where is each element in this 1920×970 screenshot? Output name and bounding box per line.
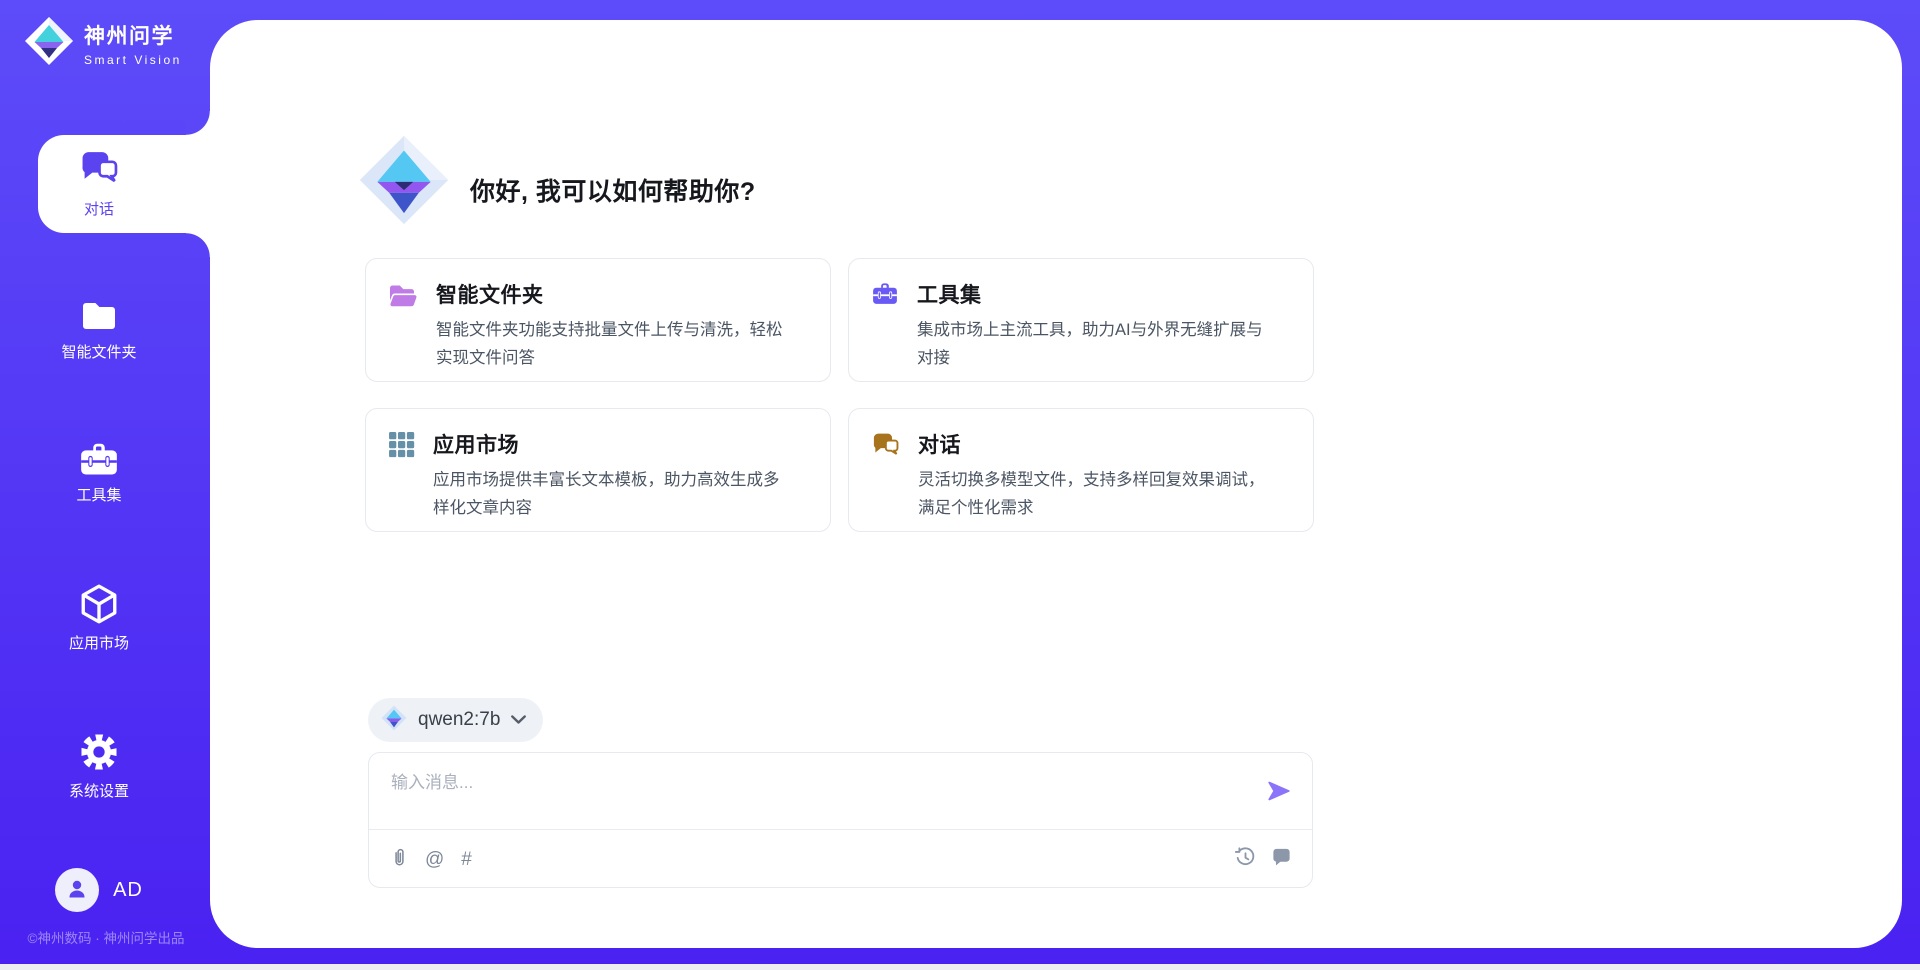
sidebar-item-label: 对话 xyxy=(84,198,114,219)
attachment-button[interactable] xyxy=(391,845,408,873)
card-smart-folder[interactable]: 智能文件夹 智能文件夹功能支持批量文件上传与清洗，轻松 实现文件问答 xyxy=(365,258,831,382)
message-composer: @ # xyxy=(368,752,1313,888)
sidebar-item-settings[interactable]: 系统设置 xyxy=(0,731,198,797)
folder-icon xyxy=(78,298,120,334)
feature-cards: 智能文件夹 智能文件夹功能支持批量文件上传与清洗，轻松 实现文件问答 工具集 集… xyxy=(365,258,1314,532)
history-icon xyxy=(1235,847,1256,871)
card-title: 工具集 xyxy=(917,279,1263,309)
sidebar-item-smart-folder[interactable]: 智能文件夹 xyxy=(0,298,198,364)
page-title: 你好, 我可以如何帮助你? xyxy=(470,172,756,208)
person-icon xyxy=(65,876,89,905)
diamond-logo-icon xyxy=(24,16,74,71)
card-title: 对话 xyxy=(918,429,1265,459)
sidebar-item-label: 智能文件夹 xyxy=(61,341,136,362)
gear-icon xyxy=(78,731,120,773)
sidebar-item-label: 应用市场 xyxy=(69,632,129,653)
bottom-strip xyxy=(0,964,1920,970)
card-description: 应用市场提供丰富长文本模板，助力高效生成多 样化文章内容 xyxy=(433,466,780,522)
diamond-logo-icon xyxy=(381,704,407,737)
brand-subtitle: Smart Vision xyxy=(84,53,182,67)
message-input[interactable] xyxy=(391,768,1241,824)
chevron-down-icon xyxy=(511,711,526,729)
hash-icon: # xyxy=(461,850,472,869)
card-description: 灵活切换多模型文件，支持多样回复效果调试， 满足个性化需求 xyxy=(918,466,1265,522)
diamond-logo-icon xyxy=(358,132,450,233)
card-title: 智能文件夹 xyxy=(436,279,783,309)
model-name: qwen2:7b xyxy=(418,709,500,731)
folder-open-icon xyxy=(388,281,418,381)
user-name: AD xyxy=(113,879,143,902)
comments-button[interactable] xyxy=(1271,847,1292,871)
history-button[interactable] xyxy=(1235,847,1256,871)
model-selector[interactable]: qwen2:7b xyxy=(368,698,543,742)
chat-bubbles-icon xyxy=(871,431,900,531)
comment-icon xyxy=(1271,847,1292,871)
at-sign-icon: @ xyxy=(425,850,444,869)
card-toolset[interactable]: 工具集 集成市场上主流工具，助力AI与外界无缝扩展与 对接 xyxy=(848,258,1314,382)
sidebar-item-app-market[interactable]: 应用市场 xyxy=(0,583,198,649)
card-description: 智能文件夹功能支持批量文件上传与清洗，轻松 实现文件问答 xyxy=(436,316,783,372)
avatar xyxy=(55,868,99,912)
send-button[interactable] xyxy=(1265,778,1293,806)
sidebar-item-label: 工具集 xyxy=(76,484,121,505)
card-app-market[interactable]: 应用市场 应用市场提供丰富长文本模板，助力高效生成多 样化文章内容 xyxy=(365,408,831,532)
brand-name: 神州问学 xyxy=(84,20,182,50)
composer-toolbar: @ # xyxy=(391,830,1292,888)
sidebar-item-toolset[interactable]: 工具集 xyxy=(0,441,198,507)
sidebar-item-label: 系统设置 xyxy=(69,780,129,801)
brand: 神州问学 Smart Vision xyxy=(24,16,182,71)
chat-bubbles-icon xyxy=(78,149,120,191)
briefcase-icon xyxy=(78,441,120,477)
tab-fillet-top xyxy=(186,111,210,135)
card-chat[interactable]: 对话 灵活切换多模型文件，支持多样回复效果调试， 满足个性化需求 xyxy=(848,408,1314,532)
card-description: 集成市场上主流工具，助力AI与外界无缝扩展与 对接 xyxy=(917,316,1263,372)
sidebar-item-chat[interactable]: 对话 xyxy=(38,135,210,233)
user-profile[interactable]: AD xyxy=(0,868,198,912)
welcome-header: 你好, 我可以如何帮助你? xyxy=(358,132,756,233)
send-icon xyxy=(1266,792,1292,807)
briefcase-icon xyxy=(871,281,899,381)
cube-icon xyxy=(80,583,118,625)
tab-fillet-bottom xyxy=(186,233,210,257)
card-title: 应用市场 xyxy=(433,429,780,459)
mention-button[interactable]: @ xyxy=(425,850,444,869)
copyright: ©神州数码 · 神州问学出品 xyxy=(0,927,212,947)
grid-icon xyxy=(388,431,415,531)
topic-button[interactable]: # xyxy=(461,850,472,869)
paperclip-icon xyxy=(391,845,408,873)
